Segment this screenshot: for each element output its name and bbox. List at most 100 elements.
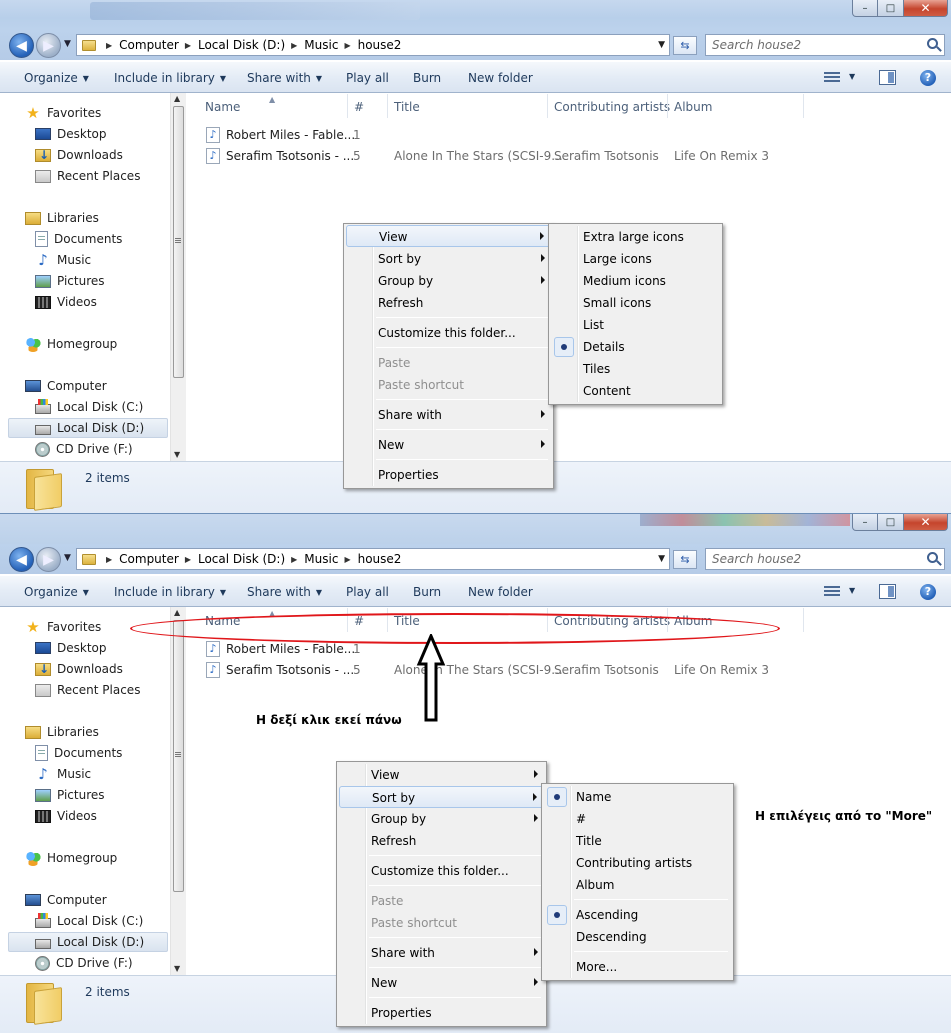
menu-item-sort-number[interactable]: # [544, 808, 731, 830]
minimize-button[interactable]: – [852, 0, 878, 17]
breadcrumb-local-disk-d[interactable]: ▶ Local Disk (D:) [179, 552, 285, 566]
menu-item-list[interactable]: List [551, 314, 720, 336]
close-button[interactable]: ✕ [904, 514, 948, 531]
maximize-button[interactable]: □ [878, 0, 904, 17]
nav-cd-drive[interactable]: CD Drive (F:) [35, 953, 133, 973]
address-bar[interactable]: ▶ Computer ▶ Local Disk (D:) ▶ Music ▶ house… [76, 34, 670, 56]
recent-pages-dropdown[interactable]: ▼ [64, 39, 71, 49]
menu-item-sort-name[interactable]: Name [544, 786, 731, 808]
play-all-button[interactable]: Play all [346, 585, 389, 599]
menu-item-large-icons[interactable]: Large icons [551, 248, 720, 270]
menu-item-view[interactable]: View [346, 225, 551, 247]
breadcrumb-computer[interactable]: ▶ Computer [100, 38, 179, 52]
search-box[interactable] [705, 548, 945, 570]
nav-music[interactable]: ♪ Music [35, 250, 91, 270]
scroll-up-icon[interactable]: ▲ [174, 608, 180, 617]
refresh-button[interactable]: ⇆ [673, 36, 697, 55]
nav-documents[interactable]: Documents [35, 229, 122, 249]
nav-pictures[interactable]: Pictures [35, 785, 105, 805]
share-with-button[interactable]: Share with ▼ [247, 585, 322, 599]
back-button[interactable]: ◀ [9, 547, 34, 572]
play-all-button[interactable]: Play all [346, 71, 389, 85]
column-title[interactable]: Title [394, 100, 420, 114]
search-icon[interactable] [927, 552, 938, 563]
menu-item-new[interactable]: New [339, 972, 544, 994]
nav-favorites[interactable]: ★ Favorites [25, 617, 101, 637]
breadcrumb-computer[interactable]: ▶ Computer [100, 552, 179, 566]
nav-videos[interactable]: Videos [35, 806, 97, 826]
search-input[interactable] [706, 35, 916, 55]
nav-local-disk-c[interactable]: Local Disk (C:) [35, 397, 143, 417]
minimize-button[interactable]: – [852, 514, 878, 531]
menu-item-view[interactable]: View [339, 764, 544, 786]
caret-down-icon[interactable]: ▼ [849, 586, 855, 595]
file-row[interactable]: ♪ Serafim Tsotsonis - ... 5 Alone In The… [206, 146, 946, 166]
menu-item-share-with[interactable]: Share with [339, 942, 544, 964]
chevron-right-icon[interactable]: ▶ [291, 41, 297, 50]
menu-item-customize-folder[interactable]: Customize this folder... [339, 860, 544, 882]
include-in-library-button[interactable]: Include in library ▼ [114, 71, 226, 85]
nav-desktop[interactable]: Desktop [35, 638, 107, 658]
organize-button[interactable]: Organize ▼ [24, 585, 89, 599]
breadcrumb-house2[interactable]: ▶ house2 [338, 38, 401, 52]
scroll-down-icon[interactable]: ▼ [174, 964, 180, 973]
menu-item-share-with[interactable]: Share with [346, 404, 551, 426]
breadcrumb-house2[interactable]: ▶ house2 [338, 552, 401, 566]
back-button[interactable]: ◀ [9, 33, 34, 58]
address-dropdown-icon[interactable]: ▼ [658, 40, 665, 50]
menu-item-sort-artists[interactable]: Contributing artists [544, 852, 731, 874]
view-options-icon[interactable] [824, 586, 840, 598]
close-button[interactable]: ✕ [904, 0, 948, 17]
preview-pane-icon[interactable] [879, 584, 896, 599]
nav-downloads[interactable]: Downloads [35, 659, 123, 679]
menu-item-new[interactable]: New [346, 434, 551, 456]
nav-scrollbar[interactable]: ▲ ▼ [170, 93, 186, 461]
menu-item-ascending[interactable]: Ascending [544, 904, 731, 926]
nav-videos[interactable]: Videos [35, 292, 97, 312]
recent-pages-dropdown[interactable]: ▼ [64, 553, 71, 563]
chevron-right-icon[interactable]: ▶ [185, 41, 191, 50]
burn-button[interactable]: Burn [413, 585, 441, 599]
menu-item-details[interactable]: Details [551, 336, 720, 358]
forward-button[interactable]: ▶ [36, 33, 61, 58]
nav-scrollbar[interactable]: ▲ ▼ [170, 607, 186, 975]
menu-item-paste[interactable]: Paste [346, 352, 551, 374]
share-with-button[interactable]: Share with ▼ [247, 71, 322, 85]
forward-button[interactable]: ▶ [36, 547, 61, 572]
menu-item-properties[interactable]: Properties [346, 464, 551, 486]
maximize-button[interactable]: □ [878, 514, 904, 531]
nav-desktop[interactable]: Desktop [35, 124, 107, 144]
nav-downloads[interactable]: Downloads [35, 145, 123, 165]
nav-homegroup[interactable]: Homegroup [25, 848, 117, 868]
chevron-right-icon[interactable]: ▶ [106, 41, 112, 50]
nav-local-disk-d[interactable]: Local Disk (D:) [8, 418, 168, 438]
burn-button[interactable]: Burn [413, 71, 441, 85]
menu-item-sort-album[interactable]: Album [544, 874, 731, 896]
menu-item-more[interactable]: More... [544, 956, 731, 978]
menu-item-tiles[interactable]: Tiles [551, 358, 720, 380]
nav-recent-places[interactable]: Recent Places [35, 166, 140, 186]
new-folder-button[interactable]: New folder [468, 71, 533, 85]
refresh-button[interactable]: ⇆ [673, 550, 697, 569]
help-icon[interactable]: ? [920, 70, 936, 86]
search-input[interactable] [706, 549, 916, 569]
menu-item-paste[interactable]: Paste [339, 890, 544, 912]
nav-documents[interactable]: Documents [35, 743, 122, 763]
menu-item-sort-by[interactable]: Sort by [339, 786, 544, 808]
column-album[interactable]: Album [674, 100, 712, 114]
column-contributing-artists[interactable]: Contributing artists [554, 100, 670, 114]
menu-item-paste-shortcut[interactable]: Paste shortcut [346, 374, 551, 396]
menu-item-group-by[interactable]: Group by [339, 808, 544, 830]
nav-computer[interactable]: Computer [25, 890, 107, 910]
nav-libraries[interactable]: Libraries [25, 722, 99, 742]
breadcrumb-music[interactable]: ▶ Music [285, 552, 338, 566]
include-in-library-button[interactable]: Include in library ▼ [114, 585, 226, 599]
menu-item-content[interactable]: Content [551, 380, 720, 402]
scroll-up-icon[interactable]: ▲ [174, 94, 180, 103]
menu-item-medium-icons[interactable]: Medium icons [551, 270, 720, 292]
chevron-right-icon[interactable]: ▶ [106, 555, 112, 564]
caret-down-icon[interactable]: ▼ [849, 72, 855, 81]
address-dropdown-icon[interactable]: ▼ [658, 554, 665, 564]
column-number[interactable]: # [354, 100, 364, 114]
nav-recent-places[interactable]: Recent Places [35, 680, 140, 700]
